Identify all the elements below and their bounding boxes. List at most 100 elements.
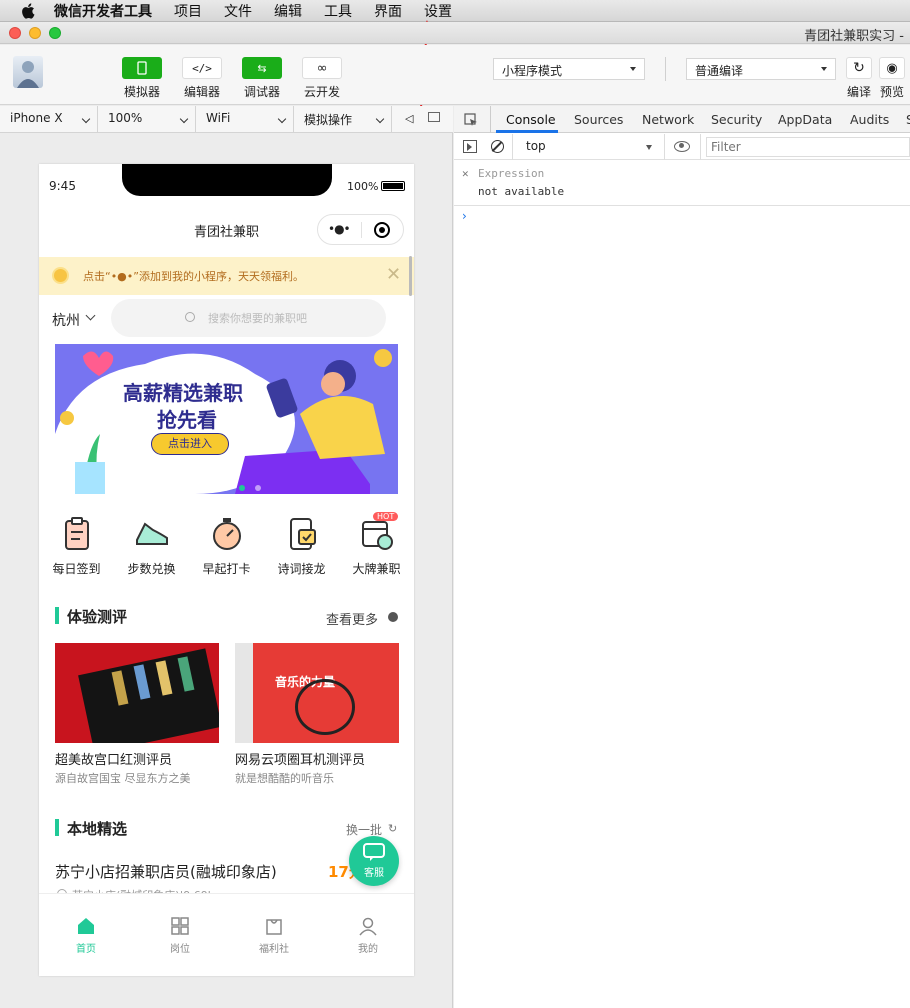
devtools-tabs: Console Sources Network Security AppData…: [454, 106, 910, 133]
operation-select[interactable]: 模拟操作: [294, 106, 392, 133]
more-dots-icon[interactable]: •●•: [328, 222, 351, 236]
device-value: iPhone X: [10, 111, 63, 125]
menu-tools[interactable]: 工具: [324, 1, 352, 21]
quick-label: 每日签到: [52, 562, 101, 576]
refresh-icon[interactable]: ↻: [388, 822, 397, 835]
simulator-pane: 9:45 100% 青团社兼职 •●• 点击“•●•”添加到我的小程序，天天领福…: [0, 133, 453, 1008]
debugger-button[interactable]: ⇆ 调试器: [232, 55, 292, 100]
zoom-select[interactable]: 100%: [98, 106, 196, 133]
quick-entry-steps[interactable]: 步数兑换: [114, 516, 189, 577]
remove-expression-icon[interactable]: ✕: [462, 167, 469, 180]
tab-network[interactable]: Network: [642, 112, 694, 127]
see-more-link[interactable]: 查看更多: [326, 609, 378, 628]
card-subtitle: 源自故宫国宝 尽显东方之美: [55, 772, 191, 785]
search-placeholder: 搜索你想要的兼职吧: [208, 312, 307, 325]
apple-icon[interactable]: [20, 2, 38, 20]
operation-value: 模拟操作: [304, 113, 353, 127]
clear-console-icon[interactable]: [491, 140, 504, 153]
menu-edit[interactable]: 编辑: [274, 1, 302, 21]
toolbar: 模拟器 </> 编辑器 ⇆ 调试器 ∞ 云开发 小程序模式 普通编译 ↻ 编译 …: [0, 45, 910, 105]
banner-dots: [191, 476, 261, 494]
preview-button[interactable]: ◉ 预览: [872, 55, 910, 100]
tab-security[interactable]: Security: [711, 112, 762, 127]
tab-console[interactable]: Console: [506, 112, 556, 127]
mode-select[interactable]: 小程序模式: [493, 58, 645, 80]
tab-sources[interactable]: Sources: [574, 112, 623, 127]
compile-mode-select[interactable]: 普通编译: [686, 58, 836, 80]
debugger-label: 调试器: [243, 85, 280, 99]
bar-divider: [512, 134, 513, 160]
expression-value: not available: [478, 185, 565, 198]
banner-button[interactable]: 点击进入: [151, 433, 229, 455]
filter-input[interactable]: [706, 137, 910, 157]
toolbar-divider: [665, 57, 666, 81]
quick-label: 诗词接龙: [277, 562, 326, 576]
chat-icon: [363, 843, 385, 861]
sidebar-toggle-icon[interactable]: [463, 140, 477, 153]
arrow-right-circle-icon[interactable]: [388, 612, 398, 622]
simulator-button[interactable]: 模拟器: [112, 55, 172, 100]
tab-overflow[interactable]: S: [906, 112, 910, 127]
context-value: top: [526, 139, 546, 153]
inspect-icon[interactable]: [464, 113, 478, 127]
menu-app-name[interactable]: 微信开发者工具: [54, 1, 152, 21]
section-title-review: 体验测评: [67, 608, 128, 626]
zoom-window-button[interactable]: [49, 27, 61, 39]
tab-audits[interactable]: Audits: [850, 112, 889, 127]
bar-divider: [664, 134, 665, 160]
menu-view[interactable]: 界面: [374, 1, 402, 21]
job-title[interactable]: 苏宁小店招兼职店员(融城印象店): [55, 861, 277, 882]
search-icon: [185, 312, 195, 322]
quick-entry-checkin[interactable]: 每日签到: [39, 516, 114, 577]
tab-label: 福利社: [259, 944, 289, 955]
city-selector[interactable]: 杭州: [52, 310, 80, 330]
tab-welfare[interactable]: 福利社: [227, 916, 321, 955]
bottom-tab-bar: 首页 岗位 福利社 我的: [39, 893, 414, 976]
cloud-button[interactable]: ∞ 云开发: [292, 55, 352, 100]
tab-mine[interactable]: 我的: [321, 916, 414, 955]
banner-line1: 高薪精选兼职: [123, 381, 243, 405]
editor-button[interactable]: </> 编辑器: [172, 55, 232, 100]
tab-jobs[interactable]: 岗位: [133, 916, 227, 955]
tab-home[interactable]: 首页: [39, 916, 133, 955]
card-image-lipstick: [55, 643, 219, 743]
banner[interactable]: 高薪精选兼职 抢先看 点击进入: [55, 344, 398, 494]
section-marker: [55, 607, 59, 624]
eye-icon[interactable]: [674, 141, 690, 152]
quick-entry-poem[interactable]: 诗词接龙: [264, 516, 339, 577]
minimize-window-button[interactable]: [29, 27, 41, 39]
search-input[interactable]: 搜索你想要的兼职吧: [111, 299, 386, 337]
quick-entry-brand[interactable]: 大牌兼职 HOT: [339, 512, 414, 577]
volume-icon[interactable]: ◁: [405, 112, 413, 125]
device-select[interactable]: iPhone X: [0, 106, 98, 133]
cloud-icon: ∞: [316, 60, 328, 76]
quick-entry-morning[interactable]: 早起打卡: [189, 516, 264, 577]
compile-label: 编译: [846, 85, 871, 99]
avatar[interactable]: [13, 56, 43, 88]
battery-icon: [381, 181, 405, 191]
window-title: 青团社兼职实习 -: [804, 29, 904, 44]
window-titlebar: 青团社兼职实习 -: [0, 22, 910, 44]
chevron-down-icon[interactable]: [85, 310, 96, 321]
menu-file[interactable]: 文件: [224, 1, 252, 21]
context-select[interactable]: top: [520, 137, 656, 157]
tab-label: 岗位: [170, 944, 190, 955]
status-battery: 100%: [347, 180, 379, 193]
close-notice-icon[interactable]: ✕: [386, 264, 401, 285]
calendar-icon: [361, 521, 393, 550]
window-icon[interactable]: [428, 112, 440, 122]
console-input[interactable]: [478, 207, 898, 225]
network-select[interactable]: WiFi: [196, 106, 294, 133]
tab-label: 首页: [76, 944, 96, 955]
review-card[interactable]: 音乐的力量 网易云项圈耳机测评员 就是想酷酷的听音乐: [235, 643, 399, 786]
console-prompt-icon[interactable]: ›: [462, 209, 467, 223]
scrollbar[interactable]: [409, 256, 412, 296]
close-miniprogram-icon[interactable]: [374, 222, 390, 238]
menu-project[interactable]: 项目: [174, 1, 202, 21]
review-card[interactable]: 超美故宫口红测评员 源自故宫国宝 尽显东方之美: [55, 643, 219, 786]
customer-service-button[interactable]: 客服: [349, 836, 399, 886]
quick-label: 大牌兼职: [352, 562, 401, 576]
close-window-button[interactable]: [9, 27, 21, 39]
tab-appdata[interactable]: AppData: [778, 112, 832, 127]
notice-bar: 点击“•●•”添加到我的小程序，天天领福利。 ✕: [39, 257, 414, 295]
